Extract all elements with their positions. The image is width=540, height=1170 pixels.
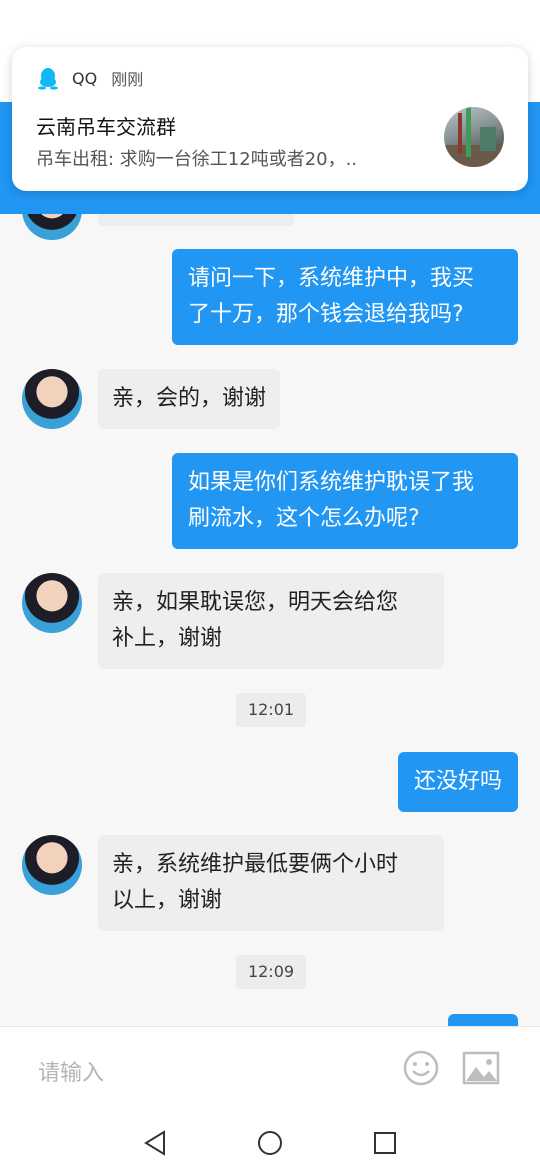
smiley-icon[interactable] (402, 1049, 440, 1087)
crane-photo (444, 107, 504, 167)
agent-avatar[interactable] (22, 573, 82, 633)
notification-banner[interactable]: QQ 刚刚 云南吊车交流群 吊车出租: 求购一台徐工12吨或者20，.. (12, 47, 528, 191)
message-bubble-outgoing[interactable]: 还没好吗 (397, 752, 518, 812)
message-text-line: 如果是你们系统维护耽误了我 (188, 470, 475, 495)
time-stamp: 12:01 (236, 693, 306, 727)
message-input[interactable]: 请输入 (38, 1055, 104, 1087)
notification-app-row: QQ 刚刚 (36, 65, 143, 91)
back-triangle-icon[interactable] (140, 1128, 170, 1158)
message-text-line: 补上，谢谢 (112, 626, 223, 651)
recents-square-icon[interactable] (370, 1128, 400, 1158)
agent-avatar[interactable] (22, 835, 82, 895)
notification-app-name: QQ (72, 68, 98, 88)
message-text-line: 以上，谢谢 (112, 888, 223, 913)
agent-avatar[interactable] (22, 369, 82, 429)
message-bubble-incoming[interactable]: 亲，会的，谢谢 (98, 369, 281, 429)
system-navbar (0, 1112, 540, 1170)
notification-time: 刚刚 (111, 70, 144, 89)
message-text-line: 了十万，那个钱会退给我吗? (188, 302, 464, 327)
message-bubble-outgoing[interactable]: 请问一下，系统维护中，我买 了十万，那个钱会退给我吗? (172, 249, 518, 345)
notification-body: 吊车出租: 求购一台徐工12吨或者20，.. (36, 149, 358, 170)
notification-thumbnail (444, 107, 504, 167)
chat-area[interactable]: 请问一下，系统维护中，我买 了十万，那个钱会退给我吗? 亲，会的，谢谢 如果是你… (0, 214, 540, 1026)
image-icon[interactable] (462, 1051, 500, 1085)
home-circle-icon[interactable] (255, 1128, 285, 1158)
message-bubble-incoming[interactable]: 亲，系统维护最低要俩个小时 以上，谢谢 (98, 835, 444, 931)
message-text-line: 还没好吗 (413, 769, 502, 794)
message-text-line: 亲，如果耽误您，明天会给您 (112, 590, 399, 615)
notification-title: 云南吊车交流群 (36, 115, 176, 139)
message-bubble-outgoing[interactable]: 如果是你们系统维护耽误了我 刷流水，这个怎么办呢? (172, 453, 518, 549)
message-bubble-incoming[interactable]: 亲，如果耽误您，明天会给您 补上，谢谢 (98, 573, 444, 669)
input-bar: 请输入 (0, 1026, 540, 1113)
agent-avatar[interactable] (22, 214, 82, 240)
qq-penguin-icon (38, 68, 58, 90)
time-stamp: 12:09 (236, 955, 306, 989)
message-bubble-partial (448, 1014, 518, 1026)
message-text-line: 请问一下，系统维护中，我买 (188, 266, 475, 291)
message-bubble-partial (98, 214, 294, 226)
message-text-line: 亲，系统维护最低要俩个小时 (112, 852, 399, 877)
message-text-line: 亲，会的，谢谢 (112, 386, 267, 411)
message-text-line: 刷流水，这个怎么办呢? (188, 506, 420, 531)
